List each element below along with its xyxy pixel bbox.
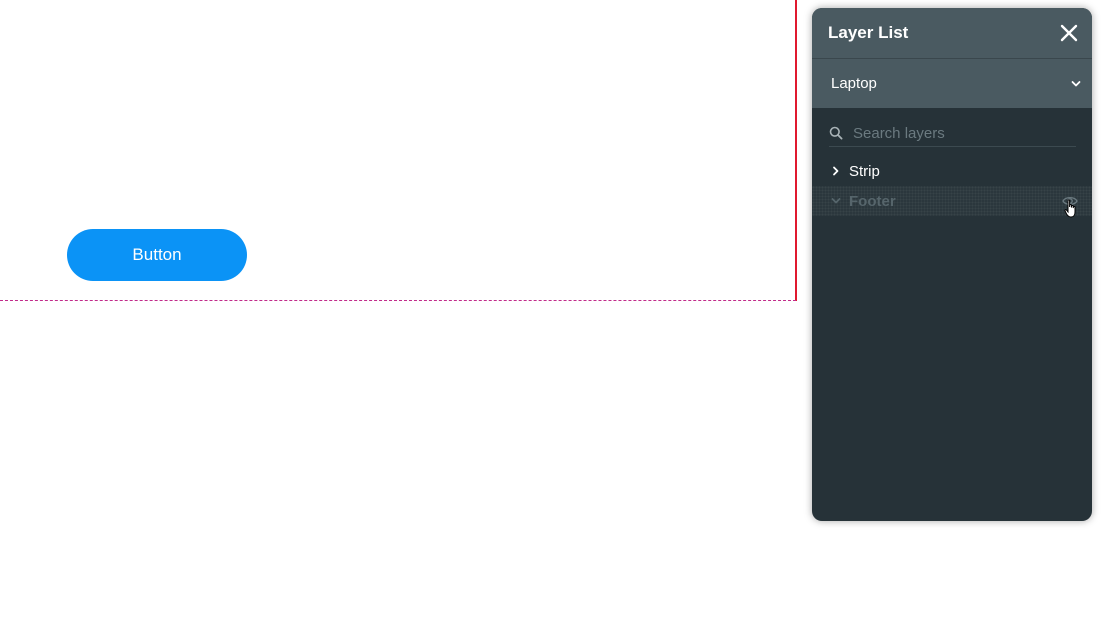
search-icon xyxy=(829,126,843,140)
chevron-right-icon[interactable] xyxy=(830,165,842,177)
canvas-button-widget[interactable]: Button xyxy=(67,229,247,281)
layer-name: Strip xyxy=(849,162,880,180)
panel-title: Layer List xyxy=(828,23,909,42)
chevron-down-icon[interactable] xyxy=(830,195,842,207)
chevron-down-icon xyxy=(1071,80,1081,86)
layer-item-footer[interactable]: Footer xyxy=(812,186,1092,218)
device-dropdown-value: Laptop xyxy=(831,75,877,92)
layer-name: Footer xyxy=(849,192,896,210)
layer-item-strip[interactable]: Strip xyxy=(812,156,1092,186)
search-input[interactable] xyxy=(853,124,1076,142)
close-icon xyxy=(1060,24,1078,42)
layer-search xyxy=(829,120,1076,147)
vertical-guide-line xyxy=(795,0,797,301)
visibility-toggle[interactable] xyxy=(1060,191,1080,218)
device-dropdown[interactable]: Laptop xyxy=(812,59,1092,108)
close-button[interactable] xyxy=(1058,22,1080,44)
layer-list-panel: Layer List Laptop Strip xyxy=(812,8,1092,521)
horizontal-guide-line xyxy=(0,300,796,301)
panel-header: Layer List xyxy=(812,8,1092,59)
hand-cursor-icon xyxy=(1064,199,1076,218)
